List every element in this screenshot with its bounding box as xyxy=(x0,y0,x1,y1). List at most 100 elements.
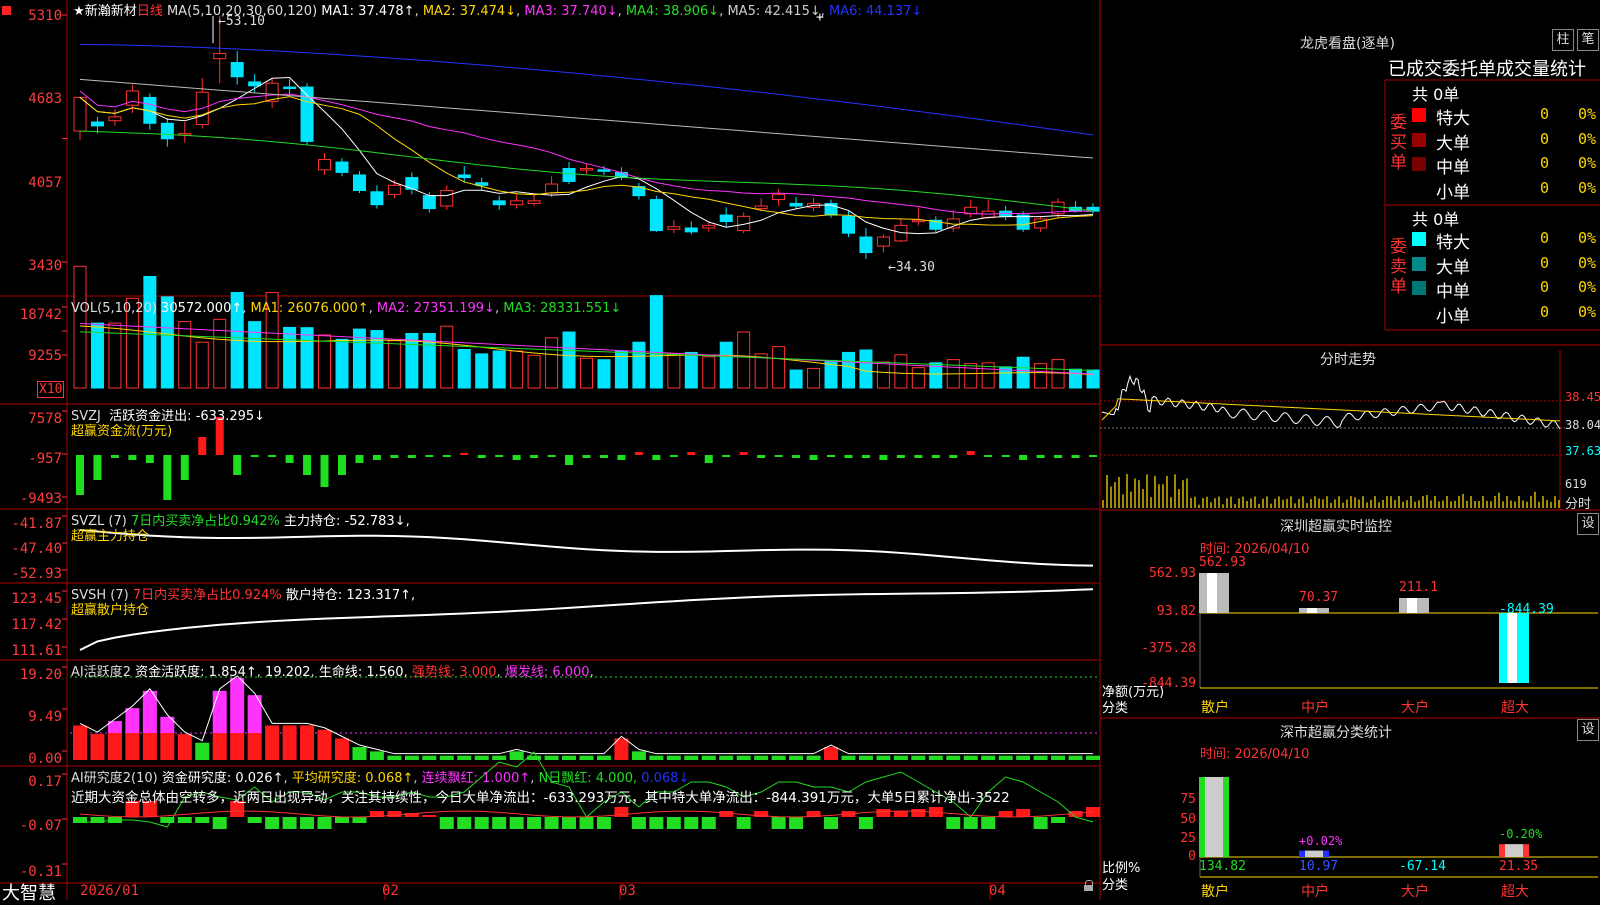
candle-body xyxy=(457,174,471,179)
order-size-name: 特大 xyxy=(1436,109,1470,129)
order-size-percent: 0% xyxy=(1578,129,1597,148)
candle-body xyxy=(702,224,716,229)
sh-stats-title: 深市超赢分类统计 xyxy=(1280,725,1392,741)
ai-res-avg-value: 0.068↑ xyxy=(365,771,414,786)
ai-res-title: AI研究度2(10) xyxy=(71,771,158,786)
svzl-y-tick: -47.40 xyxy=(11,541,62,557)
kline-y-tick: 3430 xyxy=(28,258,62,274)
activity-bar xyxy=(701,755,716,760)
volume-bar xyxy=(457,349,471,389)
svzl-y-tick: -41.87 xyxy=(11,516,62,532)
activity-bar xyxy=(422,755,437,760)
volume-bar xyxy=(719,341,733,389)
research-bar xyxy=(684,817,699,829)
moneyflow-bar xyxy=(530,455,539,458)
research-bar xyxy=(177,817,192,823)
candle-body xyxy=(597,169,611,172)
intraday-unit: 分时 xyxy=(1565,497,1592,512)
order-size-count: 0 xyxy=(1540,253,1550,272)
moneyflow-bar xyxy=(757,455,766,458)
order-size-percent: 0% xyxy=(1578,302,1597,321)
moneyflow-bar xyxy=(407,455,416,458)
vol-y-tick: 18742 xyxy=(19,307,62,323)
sz-bar-highlight xyxy=(1207,573,1217,613)
moneyflow-bar xyxy=(425,455,434,457)
sh-bar-percent: -0.20% xyxy=(1499,827,1543,842)
sh-bar-percent: +0.02% xyxy=(1299,833,1343,848)
candle-body xyxy=(754,205,768,210)
research-bar xyxy=(492,817,507,829)
moneyflow-bar xyxy=(879,455,888,460)
moneyflow-bar xyxy=(390,455,399,458)
svzj-y-tick: 7578 xyxy=(28,411,62,427)
svsh-y-tick: 123.45 xyxy=(11,591,62,607)
sz-category-label: 超大 xyxy=(1501,700,1529,716)
order-size-percent: 0% xyxy=(1578,178,1597,197)
order-size-name: 大单 xyxy=(1436,133,1470,154)
svsh-desc: 7日内买卖净占比0.924% xyxy=(132,588,282,603)
volume-bar xyxy=(335,338,349,389)
svsh-y-tick: 117.42 xyxy=(11,617,62,633)
moneyflow-bar xyxy=(355,455,364,463)
ai-act-life-value: 1.560 xyxy=(366,665,404,680)
activity-bar xyxy=(562,755,577,760)
candle-body xyxy=(318,158,332,171)
ma2-value: MA2: 37.474↓ xyxy=(422,4,517,19)
sz-bar-highlight xyxy=(1507,613,1517,683)
order-size-name: 小单 xyxy=(1436,182,1470,203)
chart-canvas[interactable] xyxy=(0,0,1600,900)
star-icon[interactable]: ★ xyxy=(73,4,85,19)
sz-category-label: 散户 xyxy=(1201,700,1229,716)
activity-bar xyxy=(876,755,891,760)
sz-y-tick: 93.82 xyxy=(1156,604,1196,619)
research-bar xyxy=(544,817,559,829)
tick-mode-button[interactable]: 笔 xyxy=(1577,29,1599,51)
order-size-count: 0 xyxy=(1540,278,1550,296)
svsh-y-tick: 111.61 xyxy=(11,643,62,659)
activity-bar xyxy=(247,733,262,760)
moneyflow-bar xyxy=(163,455,172,500)
intraday-y-tick: 38.04 xyxy=(1565,418,1600,432)
research-bar xyxy=(509,817,524,829)
activity-bar-burst xyxy=(125,708,140,733)
ma5-value: MA5: 42.415↓ xyxy=(727,4,821,19)
order-stats-tabs[interactable]: 已成交委托单成交量统计 xyxy=(1388,55,1586,81)
ai-res-note: 近期大资金总体由空转多，近两日出现异动，关注其持续性，今日大单净流出：-633.… xyxy=(71,790,1010,806)
volume-bar xyxy=(387,340,401,389)
moneyflow-bar xyxy=(76,455,84,495)
period-label[interactable]: 日线 xyxy=(137,4,163,19)
activity-bar-burst xyxy=(212,690,227,733)
lock-icon[interactable] xyxy=(1084,880,1094,892)
candle-body xyxy=(527,200,541,204)
bar-mode-button[interactable]: 柱 xyxy=(1552,29,1574,51)
volume-bar xyxy=(649,295,663,389)
activity-bar xyxy=(946,755,961,760)
candle-body xyxy=(719,214,733,223)
ai-res-value: 0.026↑ xyxy=(235,771,284,786)
ai-res-y-tick: 0.17 xyxy=(28,774,62,790)
ma3-value: MA3: 37.740↓ xyxy=(524,4,618,19)
research-bar xyxy=(666,817,681,829)
candle-body xyxy=(545,183,559,194)
sz-settings-button[interactable]: 设 xyxy=(1577,513,1599,535)
volume-bar xyxy=(562,331,576,389)
order-size-name: 中单 xyxy=(1436,282,1470,302)
activity-bar xyxy=(317,729,332,760)
volume-bar xyxy=(632,341,646,389)
order-size-swatch xyxy=(1412,256,1426,271)
app-logo[interactable]: 大智慧 xyxy=(2,879,56,905)
ai-res-header: AI研究度2(10) 资金研究度: 0.026↑, 平均研究度: 0.068↑,… xyxy=(71,771,690,786)
date-label: 02 xyxy=(382,883,399,899)
sh-settings-button[interactable]: 设 xyxy=(1577,719,1599,741)
stock-name[interactable]: 新瀚新材 xyxy=(85,4,137,19)
activity-bar xyxy=(177,734,192,760)
sz-y-tick: -375.28 xyxy=(1141,641,1196,656)
order-size-swatch xyxy=(1412,108,1426,122)
vol-header: VOL(5,10,20) 30572.000↑, MA1: 26076.000↑… xyxy=(71,301,622,316)
candle-body xyxy=(772,193,786,201)
moneyflow-bar xyxy=(896,455,905,458)
research-bar xyxy=(963,817,978,829)
volume-bar xyxy=(492,350,506,389)
activity-bar xyxy=(265,725,280,760)
volume-bar xyxy=(527,354,541,389)
